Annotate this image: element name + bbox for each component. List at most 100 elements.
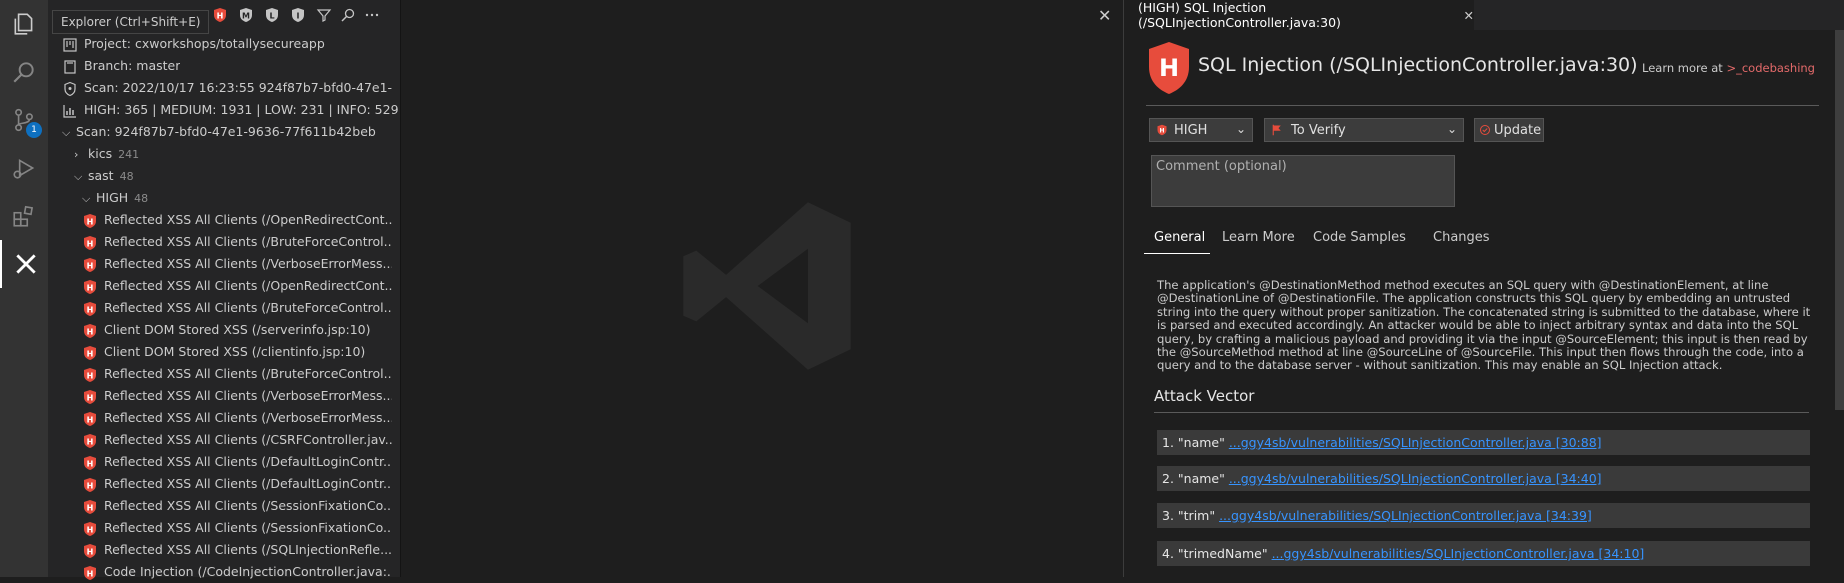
- state-select[interactable]: To Verify ⌄: [1264, 118, 1464, 142]
- svg-text:H: H: [87, 503, 94, 512]
- medium-severity-icon[interactable]: M: [238, 7, 254, 23]
- result-item[interactable]: H Client DOM Stored XSS (/serverinfo.jsp:…: [82, 319, 392, 341]
- result-item[interactable]: H Reflected XSS All Clients (/SessionFixa…: [82, 495, 392, 517]
- svg-text:H: H: [87, 459, 94, 468]
- close-icon[interactable]: ✕: [1464, 8, 1474, 23]
- scan-node-row[interactable]: ⌵ Scan: 924f87b7-bfd0-47e1-9636-77f611b42…: [62, 121, 376, 143]
- attack-vector-link[interactable]: ...ggy4sb/vulnerabilities/SQLInjectionCo…: [1229, 435, 1602, 450]
- result-item[interactable]: H Reflected XSS All Clients (/VerboseErro…: [82, 253, 392, 275]
- state-value: To Verify: [1291, 122, 1346, 138]
- source-control-icon[interactable]: 1: [0, 96, 48, 144]
- scrollbar[interactable]: [1835, 30, 1844, 410]
- high-count: 48: [134, 192, 149, 205]
- high-severity-icon: H: [82, 301, 98, 317]
- extensions-icon[interactable]: [0, 192, 48, 240]
- high-severity-icon: H: [82, 433, 98, 449]
- attack-vector-link[interactable]: ...ggy4sb/vulnerabilities/SQLInjectionCo…: [1229, 471, 1602, 486]
- sast-row[interactable]: ⌵ sast 48: [74, 165, 134, 187]
- result-item[interactable]: H Reflected XSS All Clients (/VerboseErro…: [82, 407, 392, 429]
- attack-vector-item: 1. "name" ...ggy4sb/vulnerabilities/SQLI…: [1157, 430, 1810, 455]
- result-item[interactable]: H Reflected XSS All Clients (/CSRFControl…: [82, 429, 392, 451]
- editor-area: [400, 0, 1123, 577]
- attack-vector-link[interactable]: ...ggy4sb/vulnerabilities/SQLInjectionCo…: [1272, 546, 1645, 561]
- result-label: Reflected XSS All Clients (/VerboseError…: [104, 410, 392, 425]
- counts-row[interactable]: HIGH: 365 | MEDIUM: 1931 | LOW: 231 | IN…: [62, 99, 399, 121]
- result-item[interactable]: H Code Injection (/CodeInjectionControlle…: [82, 561, 392, 583]
- high-severity-icon[interactable]: H: [212, 7, 228, 23]
- divider: [1146, 105, 1819, 106]
- tab-code-samples[interactable]: Code Samples: [1313, 230, 1406, 254]
- result-label: Reflected XSS All Clients (/OpenRedirect…: [104, 212, 392, 227]
- learn-prefix: Learn more at: [1642, 61, 1727, 75]
- svg-text:H: H: [87, 415, 94, 424]
- attack-vector-link[interactable]: ...ggy4sb/vulnerabilities/SQLInjectionCo…: [1219, 508, 1592, 523]
- result-item[interactable]: H Reflected XSS All Clients (/SQLInjectio…: [82, 539, 392, 561]
- result-label: Client DOM Stored XSS (/clientinfo.jsp:1…: [104, 344, 366, 359]
- close-icon[interactable]: ✕: [1098, 6, 1111, 25]
- search-icon[interactable]: [0, 48, 48, 96]
- comment-field[interactable]: Comment (optional): [1151, 155, 1455, 207]
- severity-select[interactable]: H HIGH ⌄: [1149, 118, 1253, 142]
- svg-text:H: H: [87, 349, 94, 358]
- attack-vector-item: 2. "name" ...ggy4sb/vulnerabilities/SQLI…: [1157, 466, 1810, 491]
- result-item[interactable]: H Reflected XSS All Clients (/BruteForceC…: [82, 297, 392, 319]
- high-row[interactable]: ⌵ HIGH 48: [82, 187, 148, 209]
- high-severity-icon: H: [82, 279, 98, 295]
- result-item[interactable]: H Reflected XSS All Clients (/OpenRedirec…: [82, 275, 392, 297]
- result-item[interactable]: H Reflected XSS All Clients (/BruteForceC…: [82, 363, 392, 385]
- result-label: Reflected XSS All Clients (/CSRFControll…: [104, 432, 392, 447]
- result-item[interactable]: H Reflected XSS All Clients (/DefaultLogi…: [82, 473, 392, 495]
- explorer-tooltip: Explorer (Ctrl+Shift+E): [52, 10, 210, 34]
- high-severity-icon: H: [82, 389, 98, 405]
- tab-learn-more[interactable]: Learn More: [1222, 230, 1295, 254]
- high-severity-icon: H: [82, 565, 98, 581]
- tab-changes[interactable]: Changes: [1433, 230, 1490, 254]
- result-label: Reflected XSS All Clients (/OpenRedirect…: [104, 278, 392, 293]
- svg-text:H: H: [87, 437, 94, 446]
- result-item[interactable]: H Reflected XSS All Clients (/OpenRedirec…: [82, 209, 392, 231]
- result-label: Reflected XSS All Clients (/VerboseError…: [104, 388, 392, 403]
- sidebar-header: Explorer (Ctrl+Shift+E) H M L I: [48, 0, 400, 34]
- svg-text:I: I: [297, 12, 300, 21]
- attack-vector-item: 3. "trim" ...ggy4sb/vulnerabilities/SQLI…: [1157, 503, 1810, 528]
- checkmarx-icon[interactable]: [0, 240, 50, 288]
- tab-sql-injection[interactable]: (HIGH) SQL Injection (/SQLInjectionContr…: [1124, 0, 1474, 30]
- activity-bar: 1: [0, 0, 48, 577]
- result-label: Client DOM Stored XSS (/serverinfo.jsp:1…: [104, 322, 371, 337]
- svg-text:H: H: [1159, 128, 1164, 135]
- info-severity-icon[interactable]: I: [290, 7, 306, 23]
- search-icon[interactable]: [340, 7, 356, 23]
- filter-icon[interactable]: [316, 7, 332, 23]
- explorer-icon[interactable]: [0, 0, 48, 48]
- result-item[interactable]: H Reflected XSS All Clients (/SessionFixa…: [82, 517, 392, 539]
- kics-row[interactable]: › kics 241: [74, 143, 139, 165]
- update-label: Update: [1494, 122, 1542, 138]
- low-severity-icon[interactable]: L: [264, 7, 280, 23]
- high-severity-icon: H: [82, 455, 98, 471]
- tab-general[interactable]: General: [1144, 230, 1210, 254]
- project-label: Project: cxworkshops/totallysecureapp: [84, 36, 325, 51]
- scan-info-row[interactable]: Scan: 2022/10/17 16:23:55 924f87b7-bfd0-…: [62, 77, 392, 99]
- high-severity-icon: H: [82, 499, 98, 515]
- svg-text:H: H: [87, 239, 94, 248]
- result-item[interactable]: H Reflected XSS All Clients (/VerboseErro…: [82, 385, 392, 407]
- result-item[interactable]: H Reflected XSS All Clients (/BruteForceC…: [82, 231, 392, 253]
- svg-text:L: L: [269, 12, 274, 21]
- run-debug-icon[interactable]: [0, 144, 48, 192]
- sast-label: sast: [88, 168, 114, 183]
- codebashing-link[interactable]: >_codebashing: [1726, 61, 1815, 75]
- tab-bar: (HIGH) SQL Injection (/SQLInjectionContr…: [1124, 0, 1844, 30]
- result-item[interactable]: H Client DOM Stored XSS (/clientinfo.jsp:…: [82, 341, 392, 363]
- result-label: Reflected XSS All Clients (/DefaultLogin…: [104, 454, 392, 469]
- high-severity-icon: H: [82, 367, 98, 383]
- update-button[interactable]: Update: [1474, 118, 1544, 142]
- high-severity-icon: H: [82, 213, 98, 229]
- result-item[interactable]: H Reflected XSS All Clients (/DefaultLogi…: [82, 451, 392, 473]
- result-label: Reflected XSS All Clients (/SessionFixat…: [104, 498, 392, 513]
- project-row[interactable]: Project: cxworkshops/totallysecureapp: [62, 33, 325, 55]
- more-icon[interactable]: [364, 7, 380, 23]
- attack-vector-item: 4. "trimedName" ...ggy4sb/vulnerabilitie…: [1157, 541, 1810, 566]
- high-severity-icon: H: [82, 323, 98, 339]
- svg-text:H: H: [87, 283, 94, 292]
- branch-row[interactable]: Branch: master: [62, 55, 180, 77]
